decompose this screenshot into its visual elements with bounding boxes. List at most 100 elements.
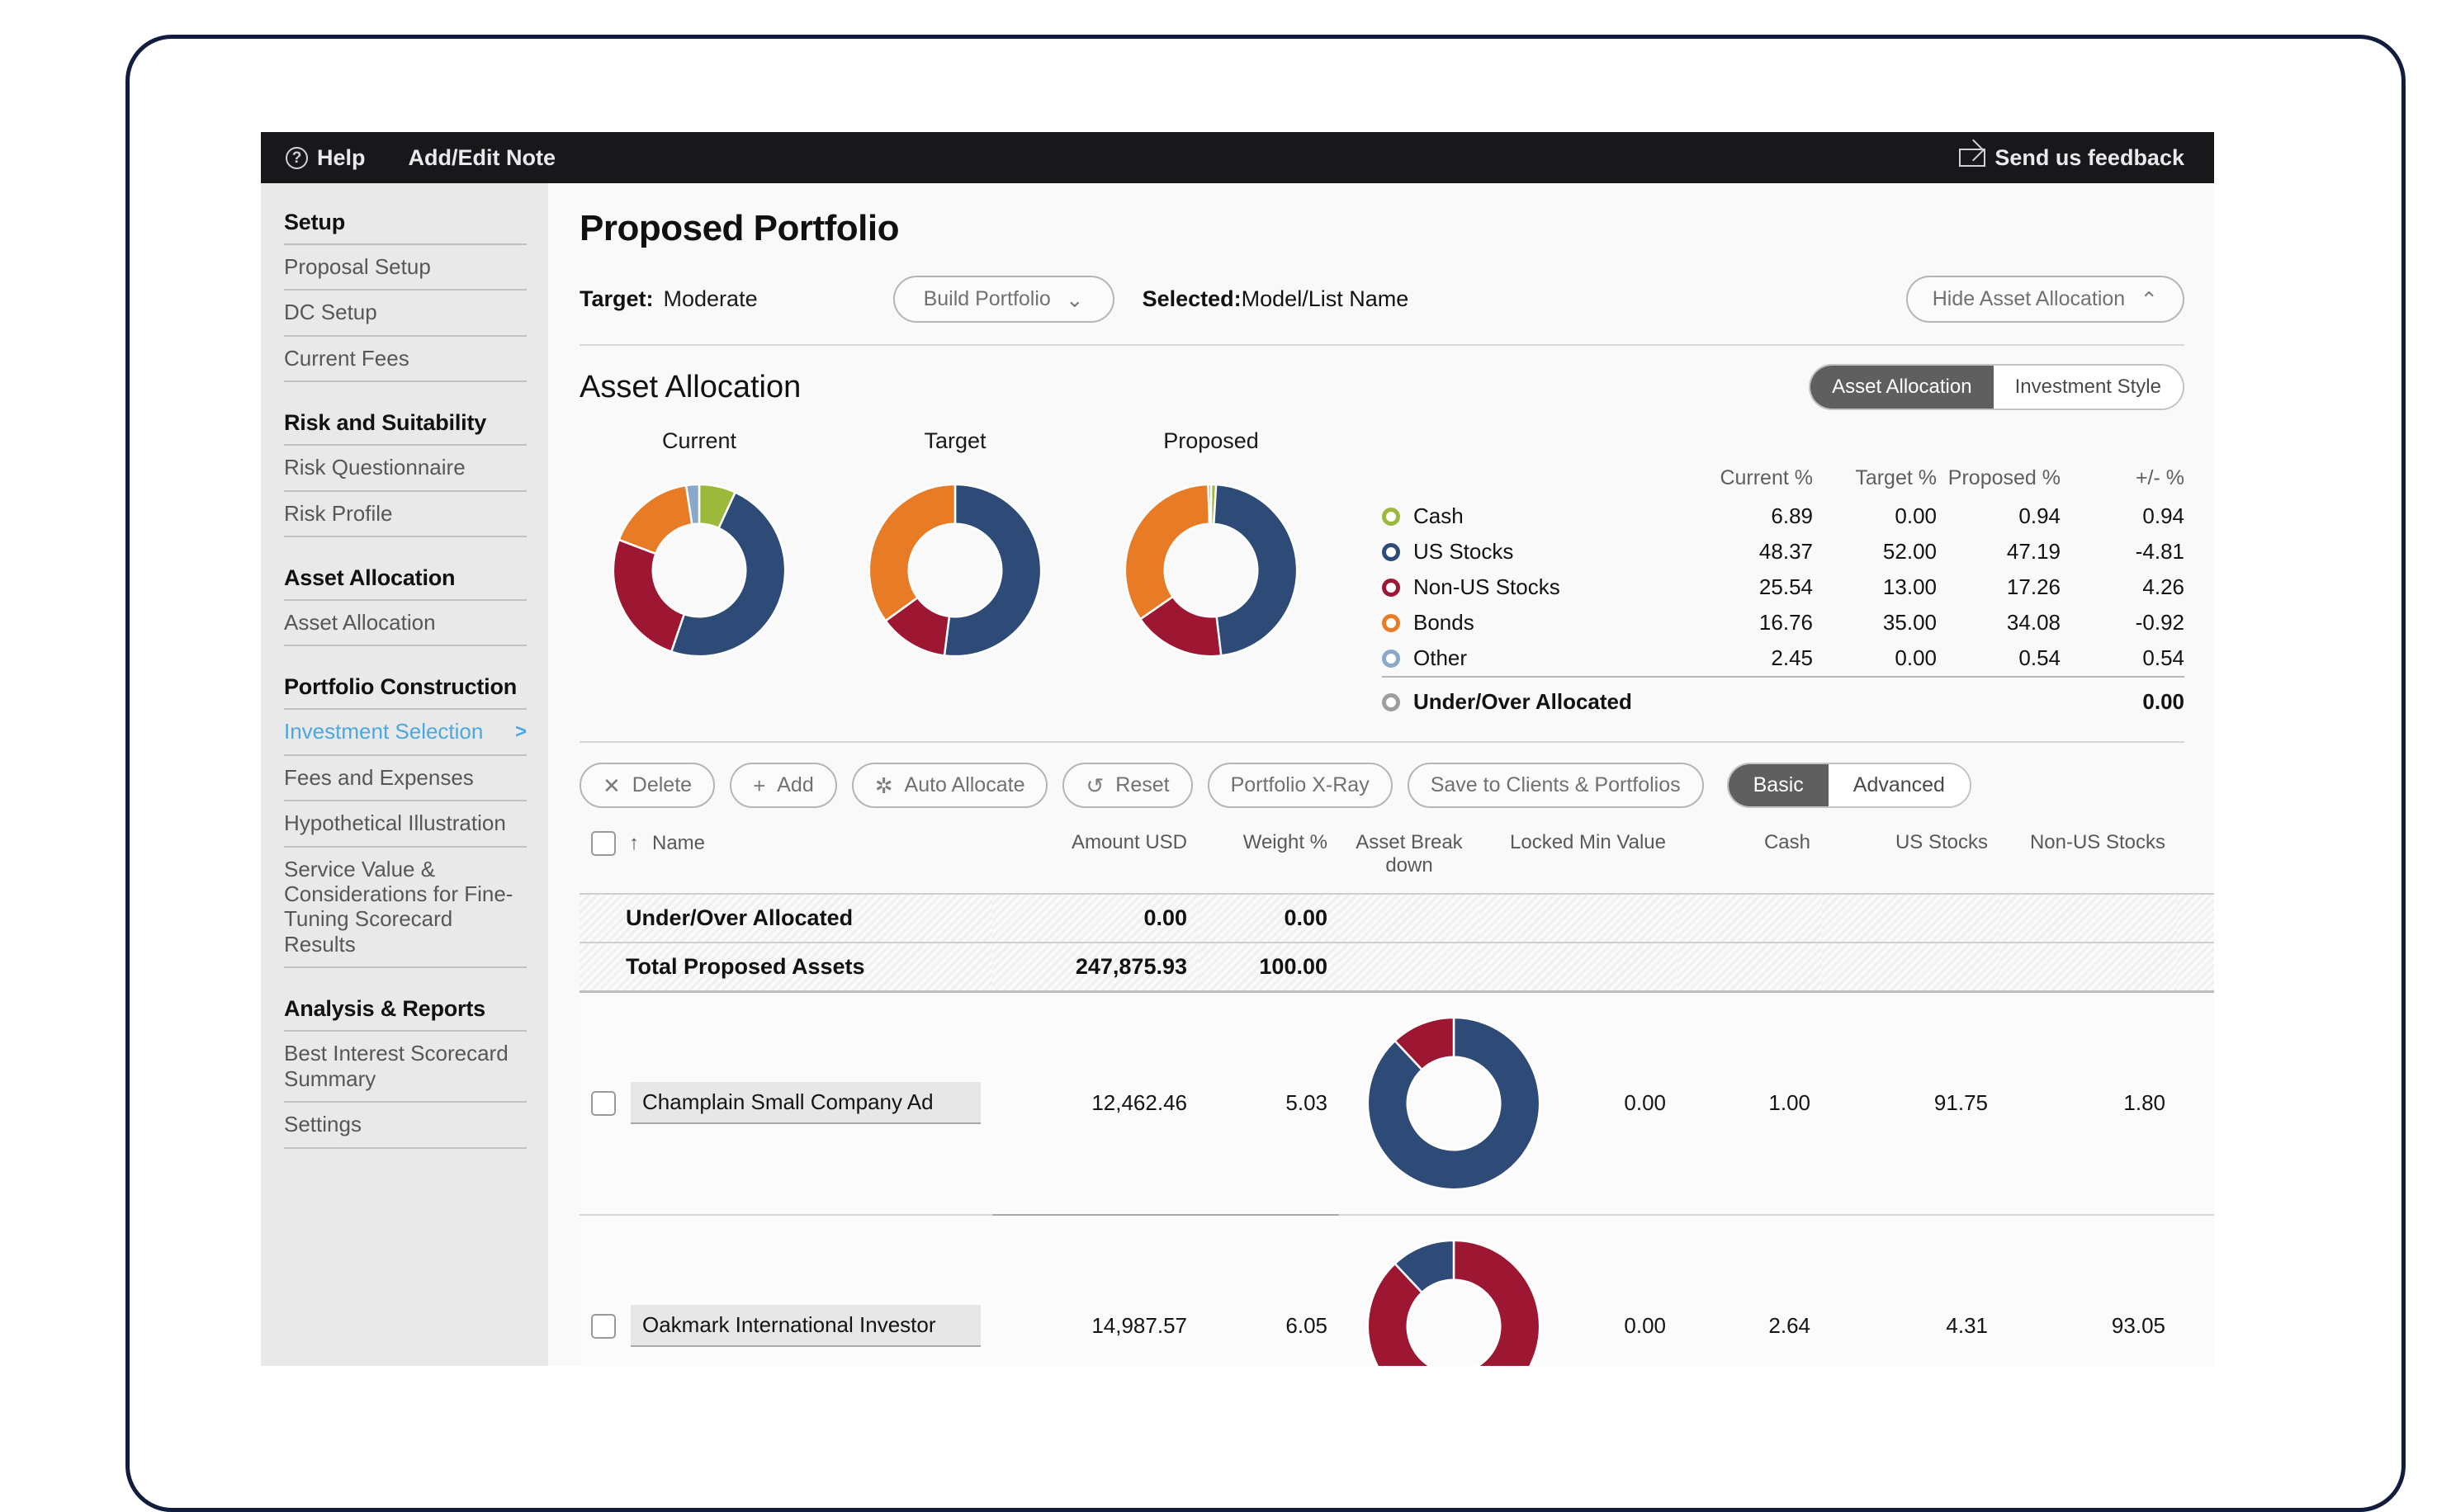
row-amount[interactable]: 12,462.46	[992, 990, 1199, 1216]
sidebar-item-proposal-setup[interactable]: Proposal Setup	[284, 243, 527, 289]
legend-label: Cash	[1413, 503, 1464, 528]
row-name-input[interactable]: Champlain Small Company Ad	[631, 1082, 981, 1125]
portfolio-xray-button[interactable]: Portfolio X-Ray	[1207, 763, 1393, 808]
chevron-down-icon: ⌄	[1065, 286, 1084, 312]
sidebar-item-current-fees[interactable]: Current Fees	[284, 334, 527, 383]
row-name-input[interactable]: Oakmark International Investor	[631, 1305, 981, 1348]
tab-asset-allocation[interactable]: Asset Allocation	[1810, 366, 1994, 409]
under-over-value: 0.00	[2061, 676, 2184, 720]
build-portfolio-button[interactable]: Build Portfolio ⌄	[892, 276, 1114, 323]
sidebar-item-fees-and-expenses[interactable]: Fees and Expenses	[284, 754, 527, 800]
legend-color-dot	[1382, 542, 1400, 561]
send-feedback-label: Send us feedback	[1994, 144, 2184, 170]
row-amount[interactable]: 14,987.57	[992, 1213, 1199, 1366]
sidebar-item-label: Fees and Expenses	[284, 764, 474, 790]
legend-row: Other 2.45 0.00 0.54 0.54	[1382, 640, 2184, 677]
summary-amount: 0.00	[992, 892, 1199, 943]
legend-diff-value: -0.92	[2135, 610, 2184, 635]
header-name: ↑ Name	[580, 825, 992, 894]
grid-toolbar: ✕ Delete + Add ✲ Auto Allocate ↺ Reset P…	[580, 741, 2184, 808]
summary-locked	[1479, 892, 1677, 943]
legend-proposed-value: 0.94	[2018, 503, 2061, 528]
header-non-us-stocks[interactable]: Non-US Stocks	[1999, 825, 2177, 894]
sort-ascending-icon[interactable]: ↑	[629, 832, 639, 855]
sidebar-item-settings[interactable]: Settings	[284, 1101, 527, 1149]
sidebar-item-risk-questionnaire[interactable]: Risk Questionnaire	[284, 444, 527, 489]
header-locked-min-value[interactable]: Locked Min Value	[1479, 825, 1677, 894]
header-us-stocks[interactable]: US Stocks	[1822, 825, 1999, 894]
legend-label: Other	[1413, 645, 1468, 670]
legend-body: Cash 6.89 0.00 0.94 0.94 US Stocks 48.37 52.00 4…	[1382, 498, 2184, 720]
legend-name-cell: Other	[1382, 640, 1689, 677]
tab-advanced[interactable]: Advanced	[1828, 764, 1970, 806]
row-weight[interactable]: 6.05	[1199, 1213, 1339, 1366]
table-row[interactable]: Champlain Small Company Ad 12,462.46 5.03 0…	[580, 990, 2214, 1216]
summary-breakdown	[1339, 892, 1479, 943]
legend-diff-value: 4.26	[2142, 574, 2184, 599]
legend-current-value: 16.76	[1758, 610, 1813, 635]
summary-label: Under/Over Allocated	[580, 892, 992, 943]
auto-allocate-button[interactable]: ✲ Auto Allocate	[851, 763, 1048, 808]
row-non-us-stocks: 93.05	[1999, 1213, 2177, 1366]
row-checkbox[interactable]	[591, 1313, 616, 1339]
mode-toggle[interactable]: Basic Advanced	[1726, 763, 1971, 808]
sidebar-item-investment-selection[interactable]: Investment Selection >	[284, 708, 527, 754]
summary-cash	[1677, 941, 1822, 993]
sidebar-item-asset-allocation[interactable]: Asset Allocation	[284, 599, 527, 647]
row-bonds: 0.00	[2177, 1213, 2214, 1366]
holdings-table: ↑ Name Amount USD Weight % Asset Break d…	[580, 825, 2214, 1366]
donut-caption: Target	[924, 428, 987, 453]
page-title: Proposed Portfolio	[580, 208, 900, 248]
charts-row: Current Target Proposed Current % Target %…	[580, 428, 2184, 720]
summary-cash	[1677, 892, 1822, 943]
legend-proposed-value: 17.26	[2006, 574, 2061, 599]
header-asset-breakdown[interactable]: Asset Break down	[1339, 825, 1479, 894]
envelope-icon	[1959, 149, 1986, 167]
legend-header-diff: +/- %	[2135, 466, 2184, 489]
donut-chart-target: Target	[835, 428, 1075, 673]
help-button[interactable]: ? Help	[286, 145, 366, 171]
sidebar-item-risk-profile[interactable]: Risk Profile	[284, 489, 527, 538]
sidebar-item-best-interest-scorecard-summary[interactable]: Best Interest Scorecard Summary	[284, 1030, 527, 1101]
donut-graphic	[580, 467, 819, 673]
save-to-clients-button[interactable]: Save to Clients & Portfolios	[1407, 763, 1704, 808]
header-bonds[interactable]: Bonds	[2177, 825, 2214, 894]
header-cash[interactable]: Cash	[1677, 825, 1822, 894]
hide-asset-allocation-button[interactable]: Hide Asset Allocation ⌃	[1905, 276, 2184, 323]
row-asset-breakdown-icon[interactable]	[1339, 1213, 1541, 1366]
sidebar-item-label: Settings	[284, 1112, 362, 1137]
donut-graphic	[835, 467, 1075, 673]
portfolio-xray-label: Portfolio X-Ray	[1230, 773, 1370, 796]
undo-icon: ↺	[1086, 773, 1105, 798]
sidebar-item-service-value-considerations-for-fine-tu[interactable]: Service Value & Considerations for Fine-…	[284, 845, 527, 969]
asset-allocation-header: Asset Allocation Asset Allocation Invest…	[580, 344, 2184, 410]
donut-charts: Current Target Proposed	[580, 428, 1347, 673]
select-all-checkbox[interactable]	[591, 831, 616, 856]
sidebar-item-label: Investment Selection	[284, 719, 484, 744]
legend-under-over-row: Under/Over Allocated 0.00	[1382, 676, 2184, 720]
sidebar-item-hypothetical-illustration[interactable]: Hypothetical Illustration	[284, 800, 527, 845]
allocation-view-toggle[interactable]: Asset Allocation Investment Style	[1809, 364, 2184, 410]
row-non-us-stocks: 1.80	[1999, 990, 2177, 1215]
reset-button[interactable]: ↺ Reset	[1062, 763, 1193, 808]
tab-basic[interactable]: Basic	[1728, 764, 1829, 806]
legend-current-value: 25.54	[1758, 574, 1813, 599]
delete-button[interactable]: ✕ Delete	[580, 763, 716, 808]
add-button[interactable]: + Add	[730, 763, 837, 808]
row-cash: 2.64	[1677, 1213, 1822, 1366]
header-amount[interactable]: Amount USD	[992, 825, 1199, 894]
table-row[interactable]: Oakmark International Investor 14,987.57 6…	[580, 1213, 2214, 1366]
sidebar: Setup Proposal Setup DC Setup Current Fees R…	[261, 183, 548, 1366]
summary-bonds	[2177, 941, 2214, 993]
row-weight[interactable]: 5.03	[1199, 990, 1339, 1216]
send-feedback-button[interactable]: Send us feedback	[1959, 145, 2184, 171]
sidebar-item-dc-setup[interactable]: DC Setup	[284, 289, 527, 334]
row-checkbox[interactable]	[591, 1090, 616, 1116]
add-edit-note-button[interactable]: Add/Edit Note	[409, 145, 556, 171]
row-asset-breakdown-icon[interactable]	[1339, 990, 1541, 1215]
summary-bonds	[2177, 892, 2214, 943]
header-weight[interactable]: Weight %	[1199, 825, 1339, 894]
tab-investment-style[interactable]: Investment Style	[1993, 366, 2183, 409]
legend-row: Non-US Stocks 25.54 13.00 17.26 4.26	[1382, 569, 2184, 605]
summary-amount: 247,875.93	[992, 941, 1199, 993]
